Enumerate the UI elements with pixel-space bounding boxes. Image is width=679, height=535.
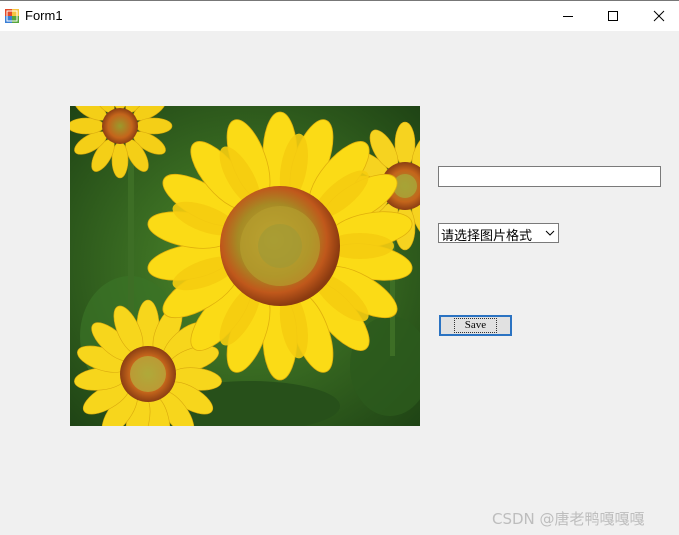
watermark: CSDN @唐老鸭嘎嘎嘎	[492, 510, 645, 528]
window-title: Form1	[25, 8, 63, 23]
close-button[interactable]	[636, 1, 679, 31]
title-bar: Form1	[0, 0, 679, 31]
maximize-icon	[608, 11, 618, 21]
save-button-label: Save	[453, 318, 498, 333]
image-format-select[interactable]: 请选择图片格式	[438, 223, 559, 244]
app-icon	[5, 9, 19, 23]
minimize-icon	[563, 16, 573, 17]
sunflower-image	[70, 106, 420, 426]
close-icon	[653, 10, 665, 22]
minimize-button[interactable]	[545, 1, 591, 31]
save-button[interactable]: Save	[439, 315, 512, 336]
sunflower-picture	[70, 106, 420, 426]
maximize-button[interactable]	[590, 1, 636, 31]
text-input[interactable]	[438, 166, 661, 187]
chevron-down-icon	[545, 230, 555, 236]
image-format-selected: 请选择图片格式	[441, 229, 533, 244]
